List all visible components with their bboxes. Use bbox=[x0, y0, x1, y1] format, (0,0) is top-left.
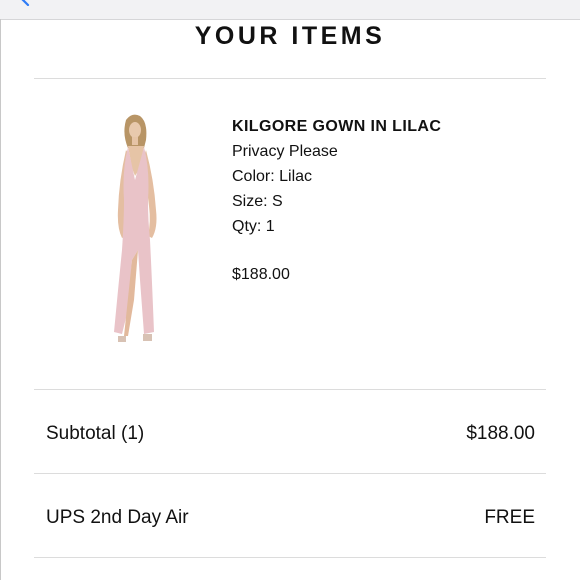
shipping-label: UPS 2nd Day Air bbox=[46, 507, 189, 528]
divider-items bbox=[34, 389, 546, 390]
subtotal-label: Subtotal (1) bbox=[46, 423, 145, 444]
divider-top bbox=[34, 78, 546, 79]
product-details: KILGORE GOWN IN LILAC Privacy Please Col… bbox=[232, 114, 441, 287]
order-summary-screen: YOUR ITEMS KILGORE GOWN IN LILAC Privacy… bbox=[0, 0, 580, 580]
top-bar bbox=[0, 0, 580, 20]
product-color: Color: Lilac bbox=[232, 168, 313, 185]
left-border bbox=[0, 19, 1, 580]
shipping-value: FREE bbox=[484, 507, 535, 528]
subtotal-value: $188.00 bbox=[466, 423, 535, 444]
back-chevron-icon[interactable] bbox=[18, 0, 32, 6]
product-size: Size: S bbox=[232, 193, 283, 210]
divider-shipping bbox=[34, 557, 546, 558]
left-shoe bbox=[118, 336, 126, 342]
page-title: YOUR ITEMS bbox=[194, 22, 386, 50]
gown-shape bbox=[114, 147, 154, 334]
product-price: $188.00 bbox=[232, 266, 290, 283]
product-brand: Privacy Please bbox=[232, 143, 338, 160]
right-shoe bbox=[143, 334, 152, 341]
divider-subtotal bbox=[34, 473, 546, 474]
shipping-row: UPS 2nd Day Air FREE bbox=[46, 507, 535, 529]
subtotal-row: Subtotal (1) $188.00 bbox=[46, 423, 535, 445]
product-image[interactable] bbox=[88, 110, 184, 350]
face-shape bbox=[129, 122, 141, 138]
product-name[interactable]: KILGORE GOWN IN LILAC bbox=[232, 114, 441, 139]
product-quantity: Qty: 1 bbox=[232, 218, 275, 235]
